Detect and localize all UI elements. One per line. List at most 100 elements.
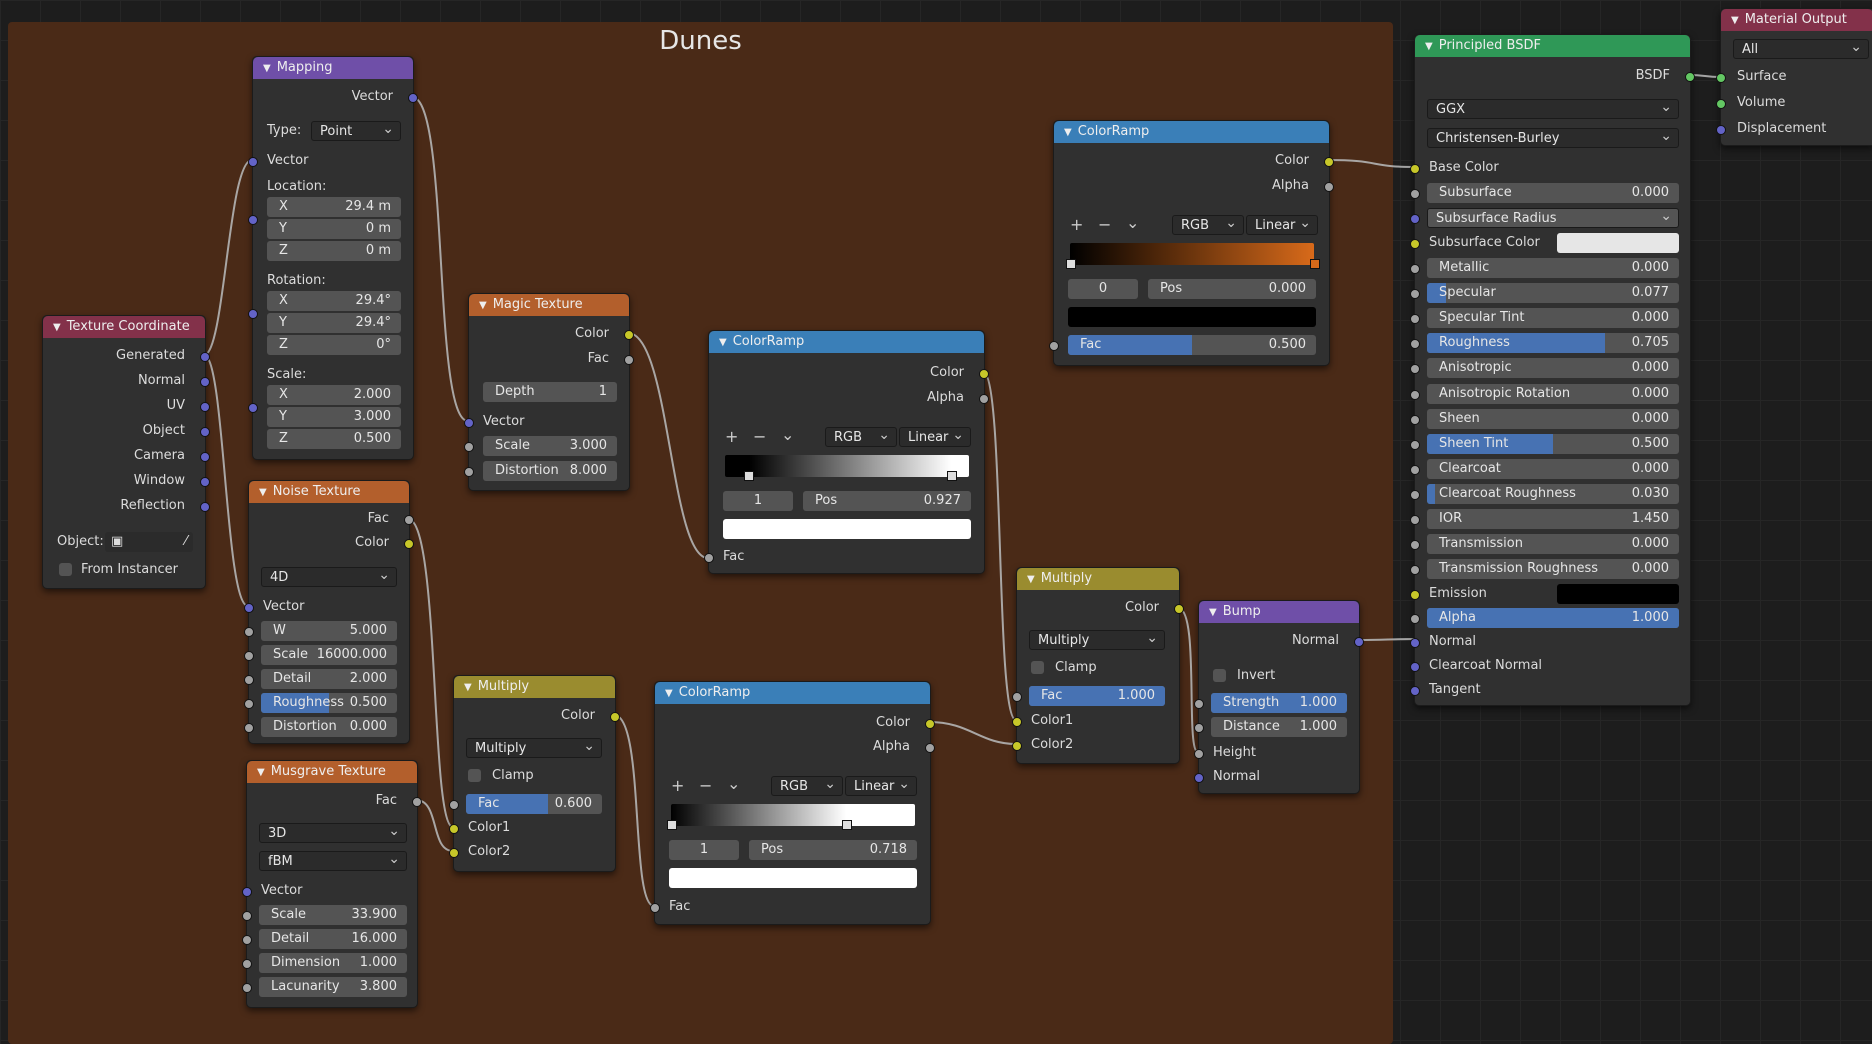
- socket-sheen-tint[interactable]: [1410, 439, 1420, 450]
- node-noise-texture[interactable]: ▼ Noise Texture Fac Color 4D Vector W5.00…: [244, 480, 414, 744]
- socket-color-out[interactable]: [1324, 157, 1334, 167]
- distance-field[interactable]: Distance 1.000: [1211, 717, 1347, 737]
- collapse-triangle-icon[interactable]: ▼: [1731, 15, 1739, 26]
- distortion-field[interactable]: Distortion 0.000: [261, 717, 397, 737]
- node-header[interactable]: ▼ Bump: [1199, 601, 1359, 623]
- clearcoat-slider[interactable]: Clearcoat 0.000: [1427, 458, 1679, 479]
- location-z-field[interactable]: Z0 m: [267, 241, 401, 261]
- fac-slider[interactable]: Fac 0.600: [466, 794, 602, 814]
- from-instancer-checkbox[interactable]: [59, 563, 72, 576]
- strength-slider[interactable]: Strength 1.000: [1211, 693, 1347, 713]
- socket-volume[interactable]: [1716, 99, 1726, 109]
- socket-color-out[interactable]: [404, 539, 414, 549]
- socket-fac-out[interactable]: [404, 515, 414, 525]
- location-x-field[interactable]: X 29.4 m: [267, 197, 401, 217]
- socket-color1-in[interactable]: [449, 824, 459, 834]
- clamp-checkbox[interactable]: [1031, 661, 1044, 674]
- node-header[interactable]: ▼ Mapping: [253, 57, 413, 79]
- depth-field[interactable]: Depth 1: [483, 382, 617, 402]
- add-stop-icon[interactable]: +: [671, 776, 684, 795]
- node-header[interactable]: ▼ ColorRamp: [709, 331, 984, 353]
- socket-distance-in[interactable]: [1194, 723, 1204, 733]
- color-stop-1[interactable]: [947, 471, 957, 481]
- socket-fac-in[interactable]: [704, 553, 714, 563]
- color-stop-0[interactable]: [744, 471, 754, 481]
- rotation-x-field[interactable]: X 29.4°: [267, 291, 401, 311]
- target-dropdown[interactable]: All: [1733, 37, 1869, 59]
- collapse-triangle-icon[interactable]: ▼: [1027, 574, 1035, 585]
- metallic-slider[interactable]: Metallic 0.000: [1427, 258, 1679, 278]
- socket-color-out[interactable]: [1174, 604, 1184, 614]
- node-header[interactable]: ▼ Noise Texture: [249, 481, 409, 503]
- node-principled-bsdf[interactable]: ▼ Principled BSDF BSDF GGX Christensen-Bu…: [1410, 34, 1695, 706]
- socket-subsurface-color[interactable]: [1410, 239, 1420, 249]
- node-musgrave-texture[interactable]: ▼ Musgrave Texture Fac 3D fBM Vector Scal…: [242, 760, 422, 1008]
- node-colorramp-1[interactable]: ▼ColorRamp Color Alpha + − ⌄ RGB Linear …: [704, 330, 989, 574]
- transmission-roughness-slider[interactable]: Transmission Roughness 0.000: [1427, 559, 1679, 580]
- collapse-triangle-icon[interactable]: ▼: [1425, 41, 1433, 52]
- socket-vector-in[interactable]: [244, 603, 254, 613]
- socket-reflection[interactable]: [200, 502, 210, 512]
- socket-color-out[interactable]: [925, 719, 935, 729]
- socket-color1-in[interactable]: [1012, 717, 1022, 727]
- socket-vector-in[interactable]: [242, 887, 252, 897]
- socket-transmission-roughness[interactable]: [1410, 565, 1420, 576]
- eyedropper-icon[interactable]: ⁄: [185, 532, 187, 552]
- alpha-slider[interactable]: Alpha 1.000: [1427, 608, 1679, 628]
- socket-transmission[interactable]: [1410, 540, 1420, 551]
- socket-object[interactable]: [200, 427, 210, 437]
- socket-w[interactable]: [244, 627, 254, 637]
- socket-scale[interactable]: [464, 442, 474, 452]
- w-field[interactable]: W 5.000: [261, 621, 397, 641]
- gradient-bar[interactable]: [725, 455, 969, 477]
- dimensions-dropdown[interactable]: 4D: [261, 565, 397, 587]
- socket-dimension[interactable]: [242, 959, 252, 969]
- collapse-triangle-icon[interactable]: ▼: [665, 688, 673, 699]
- rotation-y-field[interactable]: Y 29.4°: [267, 313, 401, 333]
- lacunarity-field[interactable]: Lacunarity 3.800: [259, 977, 407, 997]
- socket-ior[interactable]: [1410, 515, 1420, 525]
- socket-vector-in[interactable]: [248, 157, 258, 167]
- socket-detail[interactable]: [242, 935, 252, 945]
- scale-field[interactable]: Scale 33.900: [259, 905, 407, 925]
- socket-color-out[interactable]: [610, 712, 620, 722]
- socket-fac-out[interactable]: [412, 797, 422, 807]
- rotation-z-field[interactable]: Z 0°: [267, 335, 401, 355]
- invert-checkbox[interactable]: [1213, 669, 1226, 682]
- scale-y-field[interactable]: Y 3.000: [267, 407, 401, 427]
- subsurface-slider[interactable]: Subsurface 0.000: [1427, 183, 1679, 203]
- socket-generated[interactable]: [200, 352, 210, 362]
- add-stop-icon[interactable]: +: [725, 427, 738, 446]
- socket-emission[interactable]: [1410, 590, 1420, 600]
- socket-sheen[interactable]: [1410, 414, 1420, 425]
- socket-clearcoat-roughness[interactable]: [1410, 489, 1420, 500]
- node-header[interactable]: ▼ Multiply: [454, 676, 615, 698]
- node-material-output[interactable]: ▼ Material Output All Surface Volume Disp…: [1716, 8, 1872, 146]
- socket-subsurface[interactable]: [1410, 189, 1420, 199]
- node-header[interactable]: ▼ ColorRamp: [655, 682, 930, 704]
- ramp-menu-icon[interactable]: ⌄: [727, 774, 740, 793]
- type-dropdown[interactable]: Point: [311, 119, 401, 141]
- node-mapping[interactable]: ▼ Mapping Vector Type: Point Vector Locat…: [248, 56, 418, 460]
- ramp-menu-icon[interactable]: ⌄: [781, 425, 794, 444]
- node-header[interactable]: ▼ ColorRamp: [1054, 121, 1329, 143]
- dimensions-dropdown[interactable]: 3D: [259, 821, 407, 843]
- fac-slider[interactable]: Fac 1.000: [1029, 686, 1165, 706]
- anisotropic-slider[interactable]: Anisotropic 0.000: [1427, 358, 1679, 379]
- socket-location[interactable]: [248, 215, 258, 225]
- socket-color-out[interactable]: [979, 369, 989, 379]
- stop-index-field[interactable]: 0: [1068, 279, 1138, 299]
- socket-scale[interactable]: [244, 651, 254, 661]
- remove-stop-icon[interactable]: −: [699, 776, 712, 795]
- color-stop-1[interactable]: [842, 820, 852, 830]
- collapse-triangle-icon[interactable]: ▼: [53, 322, 61, 333]
- ramp-menu-icon[interactable]: ⌄: [1126, 213, 1139, 232]
- socket-distortion[interactable]: [464, 467, 474, 477]
- scale-field[interactable]: Scale 16000.000: [261, 645, 397, 665]
- stop-color-swatch[interactable]: [723, 519, 971, 539]
- stop-color-swatch[interactable]: [1068, 307, 1316, 327]
- node-bump[interactable]: ▼ Bump Normal Invert Strength 1.000 Distan…: [1194, 600, 1364, 794]
- socket-anisotropic-rotation[interactable]: [1410, 389, 1420, 400]
- socket-specular[interactable]: [1410, 289, 1420, 300]
- location-y-field[interactable]: Y0 m: [267, 219, 401, 239]
